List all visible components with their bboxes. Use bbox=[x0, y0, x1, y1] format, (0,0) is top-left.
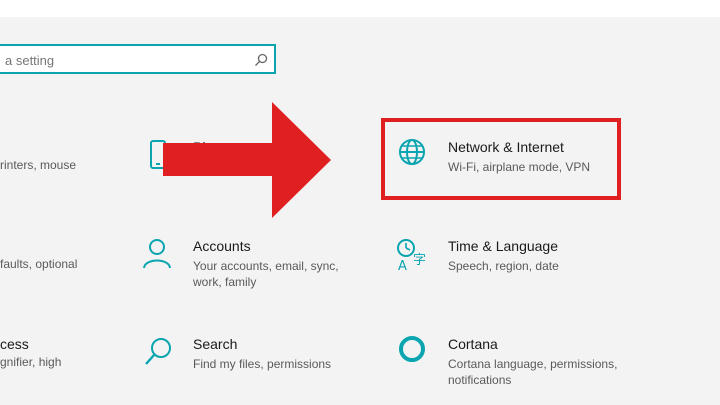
cortana-desc: Cortana language, permissions, notificat… bbox=[448, 356, 617, 388]
cortana-tile[interactable]: Cortana Cortana language, permissions, n… bbox=[395, 336, 617, 388]
ease-of-access-desc[interactable]: gnifier, high bbox=[0, 355, 61, 369]
accounts-title: Accounts bbox=[193, 238, 251, 254]
time-language-desc: Speech, region, date bbox=[448, 259, 559, 273]
time-language-icon: A 字 bbox=[397, 239, 426, 272]
phone-icon bbox=[150, 140, 166, 169]
devices-tile-desc[interactable]: rinters, mouse bbox=[0, 158, 76, 172]
accounts-desc: Your accounts, email, sync, work, family bbox=[193, 258, 339, 290]
search-title: Search bbox=[193, 336, 238, 352]
cortana-title: Cortana bbox=[448, 336, 498, 352]
phone-title: Phone bbox=[193, 139, 234, 155]
cortana-desc-line2: notifications bbox=[448, 373, 512, 387]
magnifier-icon bbox=[145, 338, 171, 365]
cortana-icon bbox=[399, 336, 425, 362]
accounts-tile[interactable]: Accounts Your accounts, email, sync, wor… bbox=[140, 238, 350, 290]
search-input[interactable]: a setting bbox=[0, 44, 276, 74]
time-language-title: Time & Language bbox=[448, 238, 558, 254]
accounts-desc-line2: work, family bbox=[193, 275, 257, 289]
svg-text:字: 字 bbox=[413, 253, 426, 268]
search-placeholder: a setting bbox=[5, 53, 55, 68]
search-desc: Find my files, permissions bbox=[193, 357, 332, 371]
accounts-desc-line1: Your accounts, email, sync, bbox=[193, 259, 339, 273]
person-icon bbox=[143, 239, 171, 269]
apps-tile-desc[interactable]: faults, optional bbox=[0, 257, 77, 271]
svg-text:A: A bbox=[398, 259, 407, 272]
title-bar bbox=[0, 0, 720, 17]
highlight-box bbox=[381, 118, 621, 200]
search-icon bbox=[255, 53, 268, 66]
search-tile[interactable]: Search Find my files, permissions bbox=[140, 336, 350, 376]
time-language-tile[interactable]: A 字 Time & Language Speech, region, date bbox=[395, 238, 605, 278]
cortana-desc-line1: Cortana language, permissions, bbox=[448, 357, 618, 371]
ease-of-access-title[interactable]: cess bbox=[0, 336, 29, 352]
phone-tile[interactable]: Phone bbox=[140, 139, 340, 179]
